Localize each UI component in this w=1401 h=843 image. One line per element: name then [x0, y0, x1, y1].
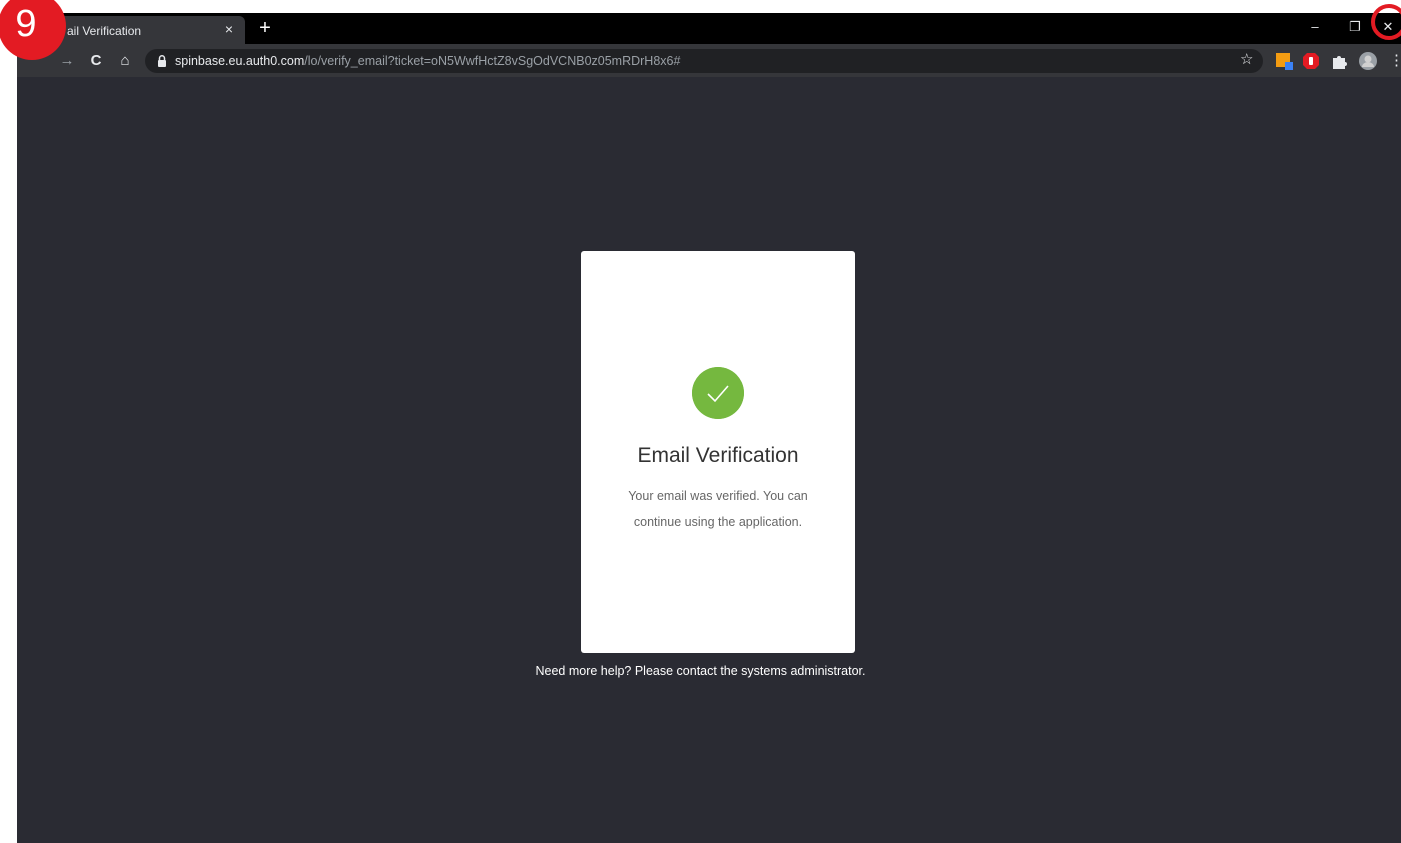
help-text: Need more help? Please contact the syste… — [535, 664, 866, 678]
card-message: Your email was verified. You can continu… — [628, 489, 808, 529]
restore-button[interactable]: ❐ — [1335, 13, 1375, 41]
card-title: Email Verification — [637, 444, 799, 467]
adblock-icon[interactable] — [1302, 52, 1320, 70]
extension-badge-icon[interactable] — [1275, 52, 1293, 70]
lock-icon[interactable] — [155, 54, 169, 68]
page-content: Email Verification Your email was verifi… — [17, 77, 1401, 843]
browser-window: ail Verification × + – ❐ ✕ → C ⌂ spinbas… — [17, 13, 1401, 843]
tab-close-icon[interactable]: × — [221, 21, 237, 37]
browser-toolbar: → C ⌂ spinbase.eu.auth0.com/lo/verify_em… — [17, 44, 1401, 77]
new-tab-button[interactable]: + — [255, 17, 275, 39]
url-host: spinbase.eu.auth0.com — [175, 54, 305, 68]
minimize-button[interactable]: – — [1295, 13, 1335, 41]
url-path: /lo/verify_email?ticket=oN5WwfHctZ8vSgOd… — [304, 54, 681, 68]
url-text[interactable]: spinbase.eu.auth0.com/lo/verify_email?ti… — [175, 54, 680, 68]
bookmark-star-icon[interactable]: ☆ — [1240, 50, 1253, 68]
profile-avatar-icon[interactable] — [1359, 52, 1377, 70]
reload-icon[interactable]: C — [86, 51, 106, 71]
tab-title: ail Verification — [67, 24, 142, 38]
puzzle-extensions-icon[interactable] — [1330, 52, 1348, 70]
success-check-icon — [692, 367, 744, 419]
forward-icon[interactable]: → — [57, 51, 77, 71]
verification-card: Email Verification Your email was verifi… — [581, 251, 855, 653]
tab-strip: ail Verification × + – ❐ ✕ — [17, 13, 1401, 44]
close-button-highlight-ring — [1371, 4, 1401, 40]
step-number-text: 9 — [15, 3, 37, 45]
address-bar[interactable]: spinbase.eu.auth0.com/lo/verify_email?ti… — [145, 49, 1263, 73]
home-icon[interactable]: ⌂ — [115, 51, 135, 71]
browser-menu-icon[interactable]: ⋮ — [1389, 51, 1401, 71]
